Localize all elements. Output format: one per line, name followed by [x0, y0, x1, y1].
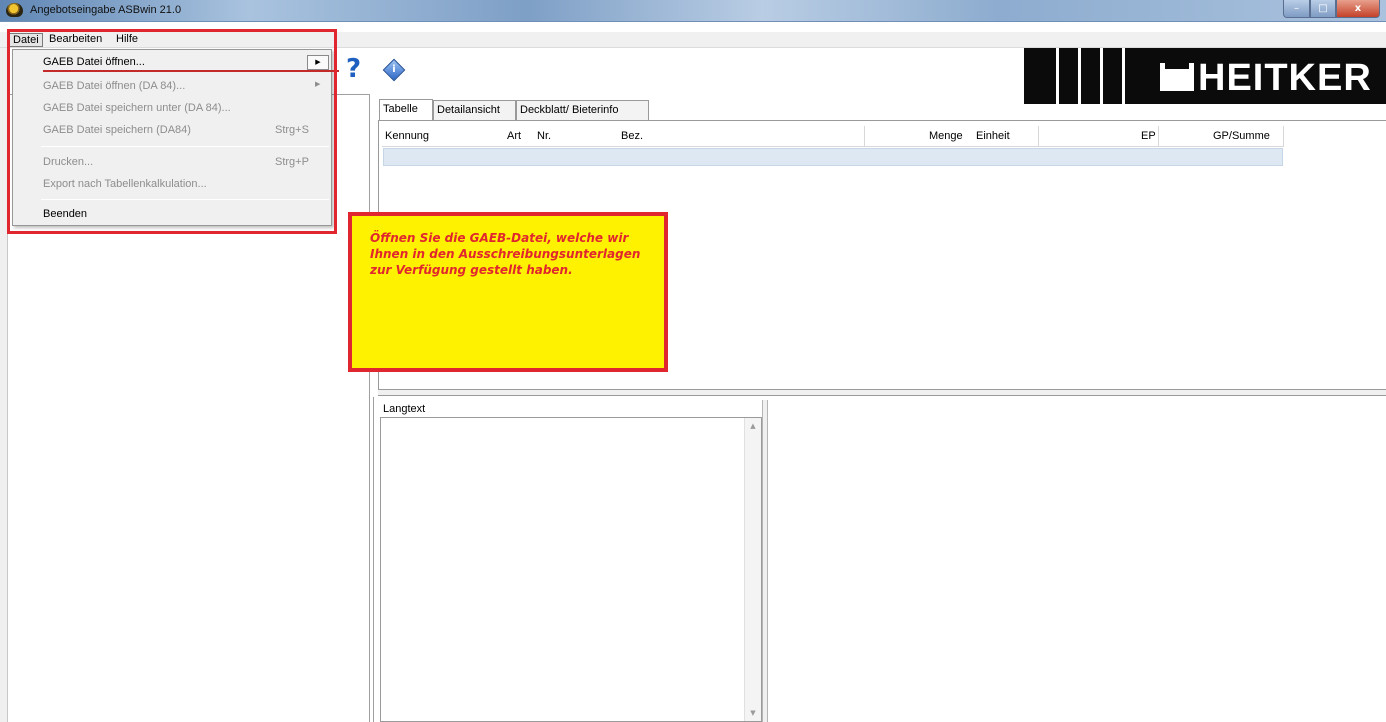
horizontal-splitter[interactable] — [378, 389, 1386, 396]
langtext-label: Langtext — [383, 403, 426, 415]
vertical-splitter[interactable] — [762, 400, 768, 722]
window-title: Angebotseingabe ASBwin 21.0 — [30, 4, 182, 16]
col-kennung[interactable]: Kennung — [385, 130, 429, 142]
col-gp-summe[interactable]: GP/Summe — [1213, 130, 1270, 142]
column-separator — [1283, 126, 1284, 146]
instruction-note: Öffnen Sie die GAEB-Datei, welche wir Ih… — [348, 212, 668, 372]
heitker-logo: HEITKER — [1024, 48, 1386, 104]
info-glyph: i — [392, 64, 396, 75]
langtext-scrollbar[interactable]: ▲ ▼ — [744, 418, 761, 721]
window-controls: – □ x — [1283, 0, 1380, 19]
scroll-up-icon[interactable]: ▲ — [745, 418, 761, 434]
logo-mark-icon — [1160, 63, 1194, 91]
tab-tabelle[interactable]: Tabelle — [379, 99, 433, 120]
header-divider — [382, 146, 1284, 147]
tab-deckblatt[interactable]: Deckblatt/ Bieterinfo — [516, 100, 649, 120]
logo-stripe — [1122, 48, 1125, 104]
column-separator — [1158, 126, 1159, 146]
annotation-frame — [7, 29, 337, 234]
maximize-button[interactable]: □ — [1310, 0, 1336, 18]
table-row[interactable] — [383, 148, 1283, 166]
scroll-down-icon[interactable]: ▼ — [745, 705, 761, 721]
col-einheit[interactable]: Einheit — [976, 130, 1010, 142]
col-art[interactable]: Art — [507, 130, 521, 142]
logo-stripe — [1100, 48, 1103, 104]
instruction-text: Öffnen Sie die GAEB-Datei, welche wir Ih… — [370, 231, 641, 277]
title-bar: Angebotseingabe ASBwin 21.0 – □ x — [0, 0, 1386, 22]
column-separator — [864, 126, 865, 146]
col-menge[interactable]: Menge — [929, 130, 963, 142]
help-icon[interactable]: ? — [346, 54, 361, 84]
minimize-button[interactable]: – — [1283, 0, 1310, 18]
info-icon[interactable]: i — [382, 58, 406, 82]
tab-detailansicht[interactable]: Detailansicht — [433, 100, 516, 120]
column-separator — [1038, 126, 1039, 146]
logo-stripe — [1078, 48, 1081, 104]
col-bez[interactable]: Bez. — [621, 130, 643, 142]
close-button[interactable]: x — [1336, 0, 1380, 18]
col-ep[interactable]: EP — [1141, 130, 1156, 142]
col-nr[interactable]: Nr. — [537, 130, 551, 142]
langtext-textarea[interactable]: ▲ ▼ — [380, 417, 762, 722]
logo-stripe — [1056, 48, 1059, 104]
panel-border — [373, 397, 374, 722]
app-icon — [6, 3, 23, 17]
logo-text: HEITKER — [1198, 57, 1372, 99]
